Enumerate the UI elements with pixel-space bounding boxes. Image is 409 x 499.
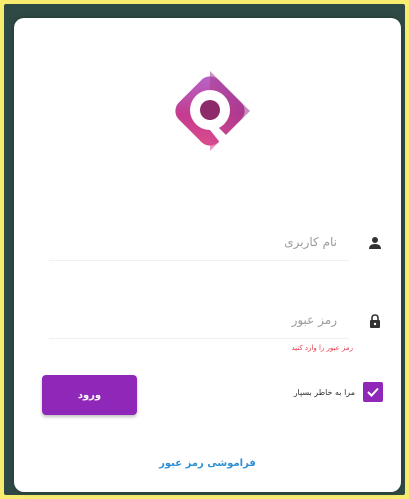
q-logo-icon (175, 71, 250, 151)
username-row (38, 223, 383, 263)
checkmark-icon (367, 387, 379, 397)
remember-me-checkbox[interactable] (363, 382, 383, 402)
username-input[interactable] (49, 223, 349, 261)
window-frame: رمز عبور را وارد کنید ورود مرا به خاطر ب… (4, 4, 405, 495)
forgot-password-link[interactable]: فراموشی رمز عبور (14, 458, 401, 469)
login-card: رمز عبور را وارد کنید ورود مرا به خاطر ب… (14, 18, 401, 492)
password-row (38, 301, 383, 341)
remember-me-label: مرا به خاطر بسپار (293, 387, 355, 397)
remember-me[interactable]: مرا به خاطر بسپار (294, 380, 383, 404)
user-icon (369, 237, 381, 249)
password-input[interactable] (49, 301, 349, 339)
login-button[interactable]: ورود (42, 375, 137, 415)
password-error-text: رمز عبور را وارد کنید (291, 344, 353, 352)
lock-icon (370, 314, 380, 328)
